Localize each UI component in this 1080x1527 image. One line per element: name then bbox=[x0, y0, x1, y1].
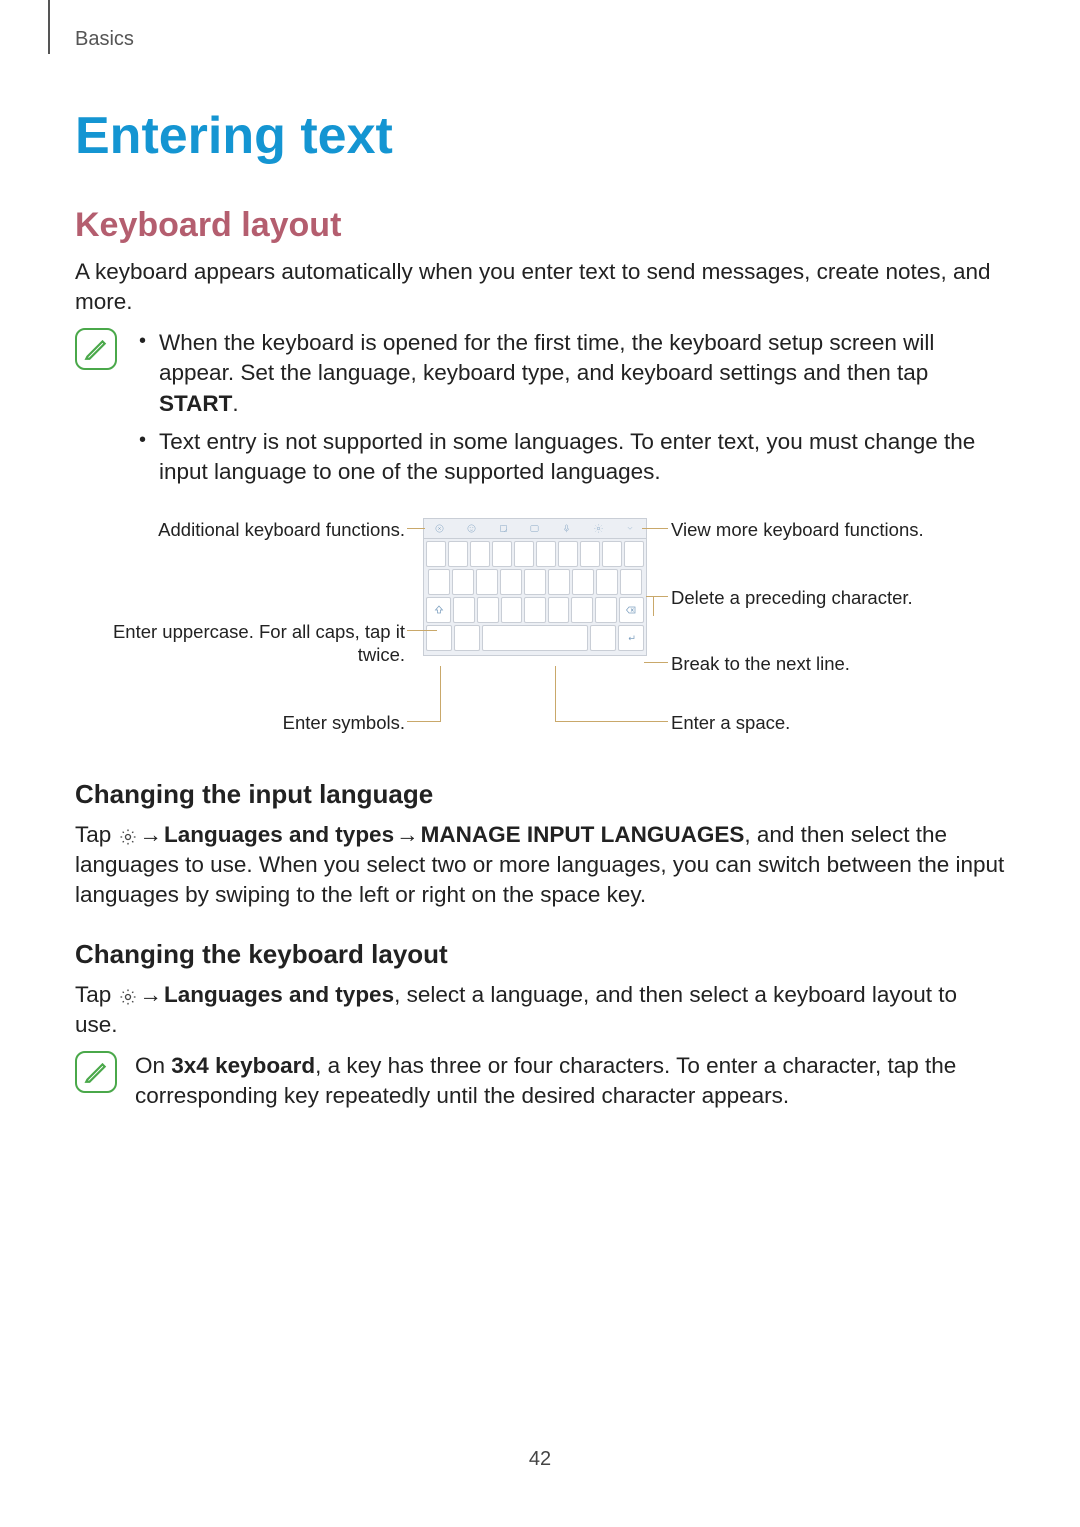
gear-icon bbox=[118, 825, 138, 845]
callout-symbols: Enter symbols. bbox=[205, 711, 405, 734]
arrow: → bbox=[394, 820, 421, 850]
shift-key-icon bbox=[426, 597, 451, 623]
bold-text: MANAGE INPUT LANGUAGES bbox=[421, 822, 745, 847]
note-item: When the keyboard is opened for the firs… bbox=[135, 328, 1005, 419]
leader-line bbox=[653, 596, 654, 616]
enter-key-icon bbox=[618, 625, 644, 651]
leader-line bbox=[407, 630, 437, 631]
toolbar-emoji-icon bbox=[466, 522, 478, 534]
symbols-key bbox=[426, 625, 452, 651]
note-icon bbox=[75, 1051, 117, 1093]
section-heading-keyboard-layout-change: Changing the keyboard layout bbox=[75, 939, 1005, 970]
space-key bbox=[482, 625, 588, 651]
leader-line bbox=[440, 666, 441, 722]
toolbar-gif-icon bbox=[529, 522, 541, 534]
bold-text: 3x4 keyboard bbox=[171, 1053, 315, 1078]
note-item: Text entry is not supported in some lang… bbox=[135, 427, 1005, 488]
callout-view-more: View more keyboard functions. bbox=[671, 518, 991, 541]
toolbar-settings-icon bbox=[592, 522, 604, 534]
section1-body: A keyboard appears automatically when yo… bbox=[75, 257, 1005, 318]
note-icon bbox=[75, 328, 117, 370]
note-text: Text entry is not supported in some lang… bbox=[159, 429, 975, 484]
gear-icon bbox=[118, 985, 138, 1005]
note-block-2: On 3x4 keyboard, a key has three or four… bbox=[75, 1051, 1005, 1112]
keyboard-toolbar bbox=[424, 519, 646, 539]
leader-line bbox=[642, 528, 668, 529]
callout-space: Enter a space. bbox=[671, 711, 991, 734]
section2-body: Tap → Languages and types → MANAGE INPUT… bbox=[75, 820, 1005, 911]
callout-delete: Delete a preceding character. bbox=[671, 586, 991, 609]
tab-indicator bbox=[48, 0, 50, 54]
text: Tap bbox=[75, 822, 118, 847]
leader-line bbox=[646, 596, 668, 597]
note-list-1: When the keyboard is opened for the firs… bbox=[135, 328, 1005, 496]
leader-line bbox=[407, 721, 441, 722]
toolbar-expand-icon bbox=[624, 522, 636, 534]
leader-line bbox=[644, 662, 668, 663]
note-bold: START bbox=[159, 391, 232, 416]
page-content: Basics Entering text Keyboard layout A k… bbox=[0, 0, 1080, 1111]
callout-break-line: Break to the next line. bbox=[671, 652, 991, 675]
section-heading-keyboard-layout: Keyboard layout bbox=[75, 206, 1005, 245]
bold-text: Languages and types bbox=[164, 982, 394, 1007]
note-block-1: When the keyboard is opened for the firs… bbox=[75, 328, 1005, 496]
keyboard-illustration bbox=[423, 518, 647, 656]
toolbar-sticker-icon bbox=[497, 522, 509, 534]
page-title: Entering text bbox=[75, 106, 1005, 166]
bold-text: Languages and types bbox=[164, 822, 394, 847]
leader-line bbox=[555, 721, 668, 722]
toolbar-voice-icon bbox=[561, 522, 573, 534]
text: Tap bbox=[75, 982, 118, 1007]
callout-uppercase: Enter uppercase. For all caps, tap it tw… bbox=[85, 620, 405, 666]
leader-line bbox=[555, 666, 556, 722]
section3-body: Tap → Languages and types, select a lang… bbox=[75, 980, 1005, 1041]
leader-line bbox=[407, 528, 425, 529]
page-number: 42 bbox=[0, 1448, 1080, 1471]
toolbar-live-message-icon bbox=[434, 522, 446, 534]
note2-body: On 3x4 keyboard, a key has three or four… bbox=[135, 1051, 1005, 1112]
backspace-key-icon bbox=[619, 597, 644, 623]
keyboard-diagram: Additional keyboard functions. Enter upp… bbox=[75, 516, 1005, 751]
note-text: . bbox=[232, 391, 238, 416]
keyboard-keys bbox=[424, 539, 646, 655]
arrow: → bbox=[138, 980, 165, 1010]
breadcrumb: Basics bbox=[75, 28, 1005, 51]
arrow: → bbox=[138, 820, 165, 850]
note-text: When the keyboard is opened for the firs… bbox=[159, 330, 934, 385]
section-heading-input-language: Changing the input language bbox=[75, 779, 1005, 810]
callout-additional-functions: Additional keyboard functions. bbox=[105, 518, 405, 541]
text: On bbox=[135, 1053, 171, 1078]
